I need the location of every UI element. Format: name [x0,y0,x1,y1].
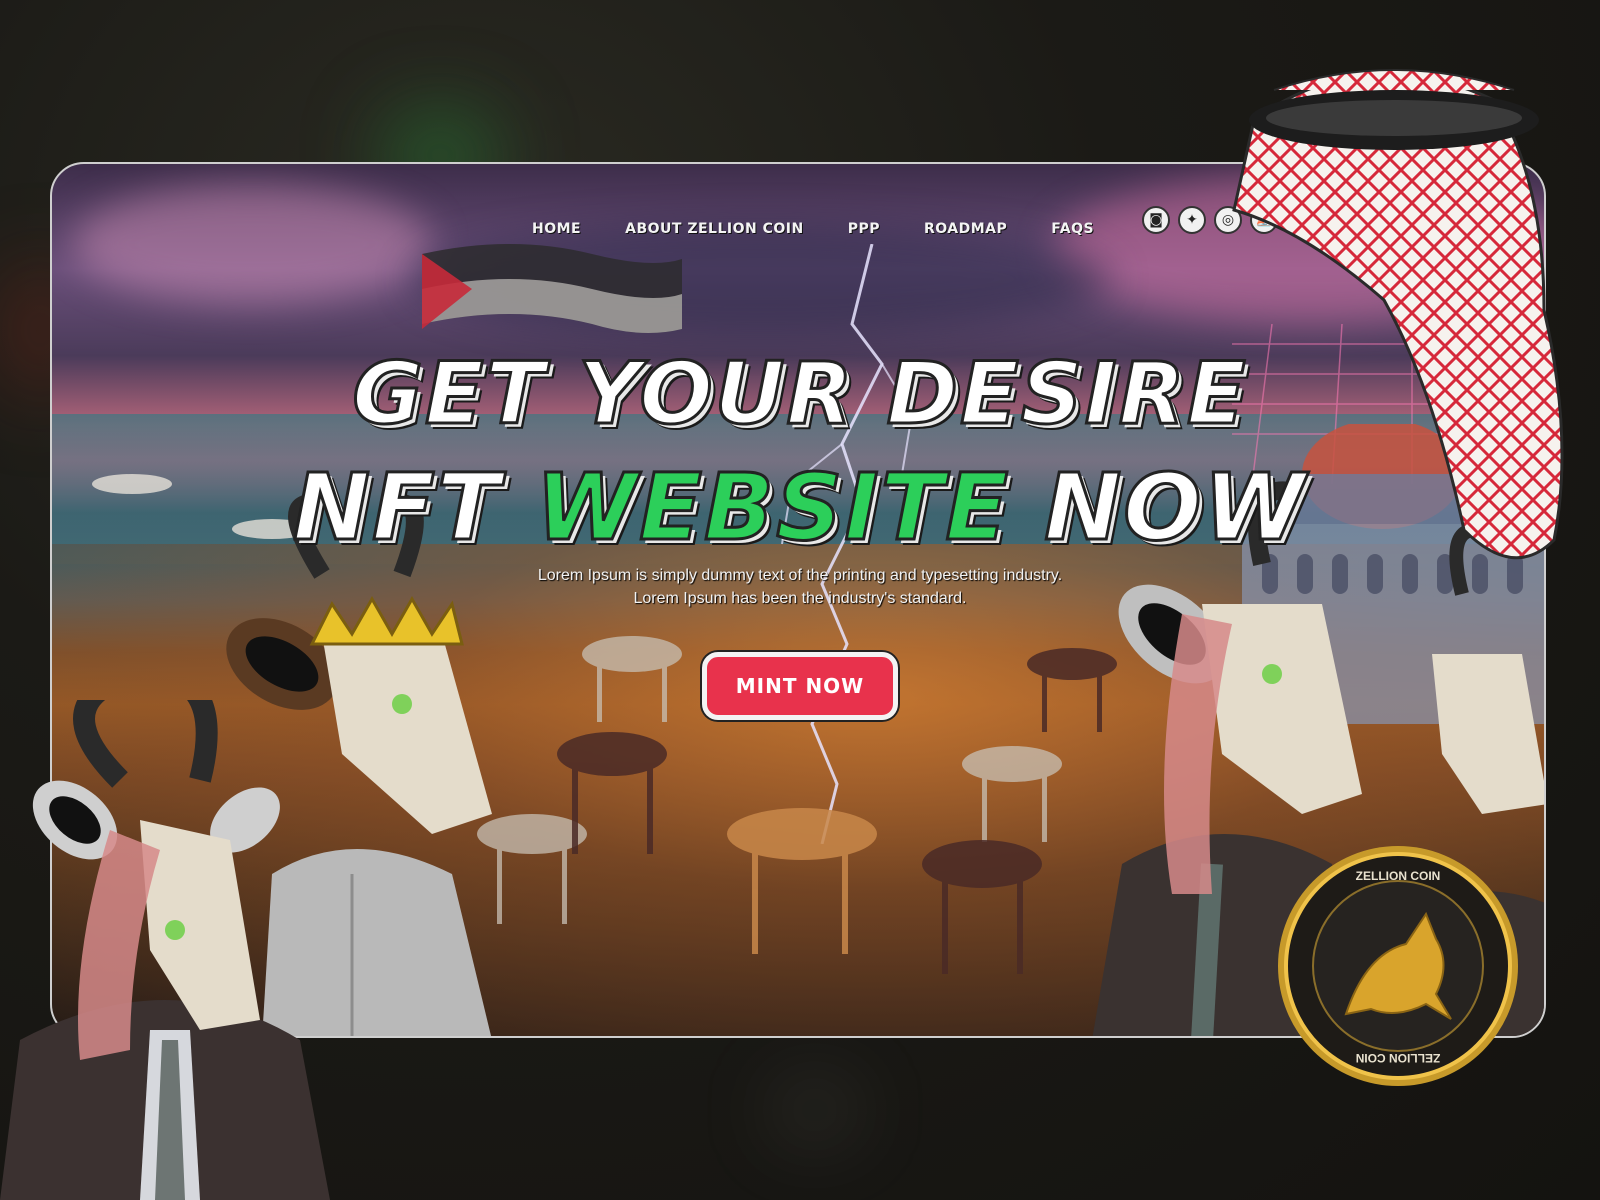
zellion-coin-illustration: ZELLION COIN ZELLION COIN [1278,846,1518,1086]
hero-headline-nft: NFT [292,453,536,563]
main-nav: HOME ABOUT ZELLION COIN PPP ROADMAP FAQS [532,214,1094,244]
hero-headline-highlight: WEBSITE [534,453,1011,563]
nav-roadmap[interactable]: ROADMAP [924,221,1007,237]
coin-ring-text-bottom: ZELLION COIN [1356,1051,1441,1065]
mint-now-button[interactable]: MINT NOW [702,652,898,720]
twitter-icon[interactable]: ✦ [1178,206,1206,234]
coin-ring-text-top: ZELLION COIN [1356,869,1441,883]
nav-ppp[interactable]: PPP [848,221,880,237]
nav-faqs[interactable]: FAQS [1051,221,1094,237]
nav-home[interactable]: HOME [532,221,581,237]
suit-gazelle-character [0,700,330,1200]
background-glow [770,1080,860,1140]
keffiyeh-headdress-illustration [1232,69,1564,560]
cloud [72,184,432,304]
hero-subtitle-line2: Lorem Ipsum has been the industry's stan… [633,590,967,607]
discord-icon[interactable]: ◙ [1142,206,1170,234]
nav-about-zellion-coin[interactable]: ABOUT ZELLION COIN [625,221,804,237]
flag-illustration [422,244,682,333]
